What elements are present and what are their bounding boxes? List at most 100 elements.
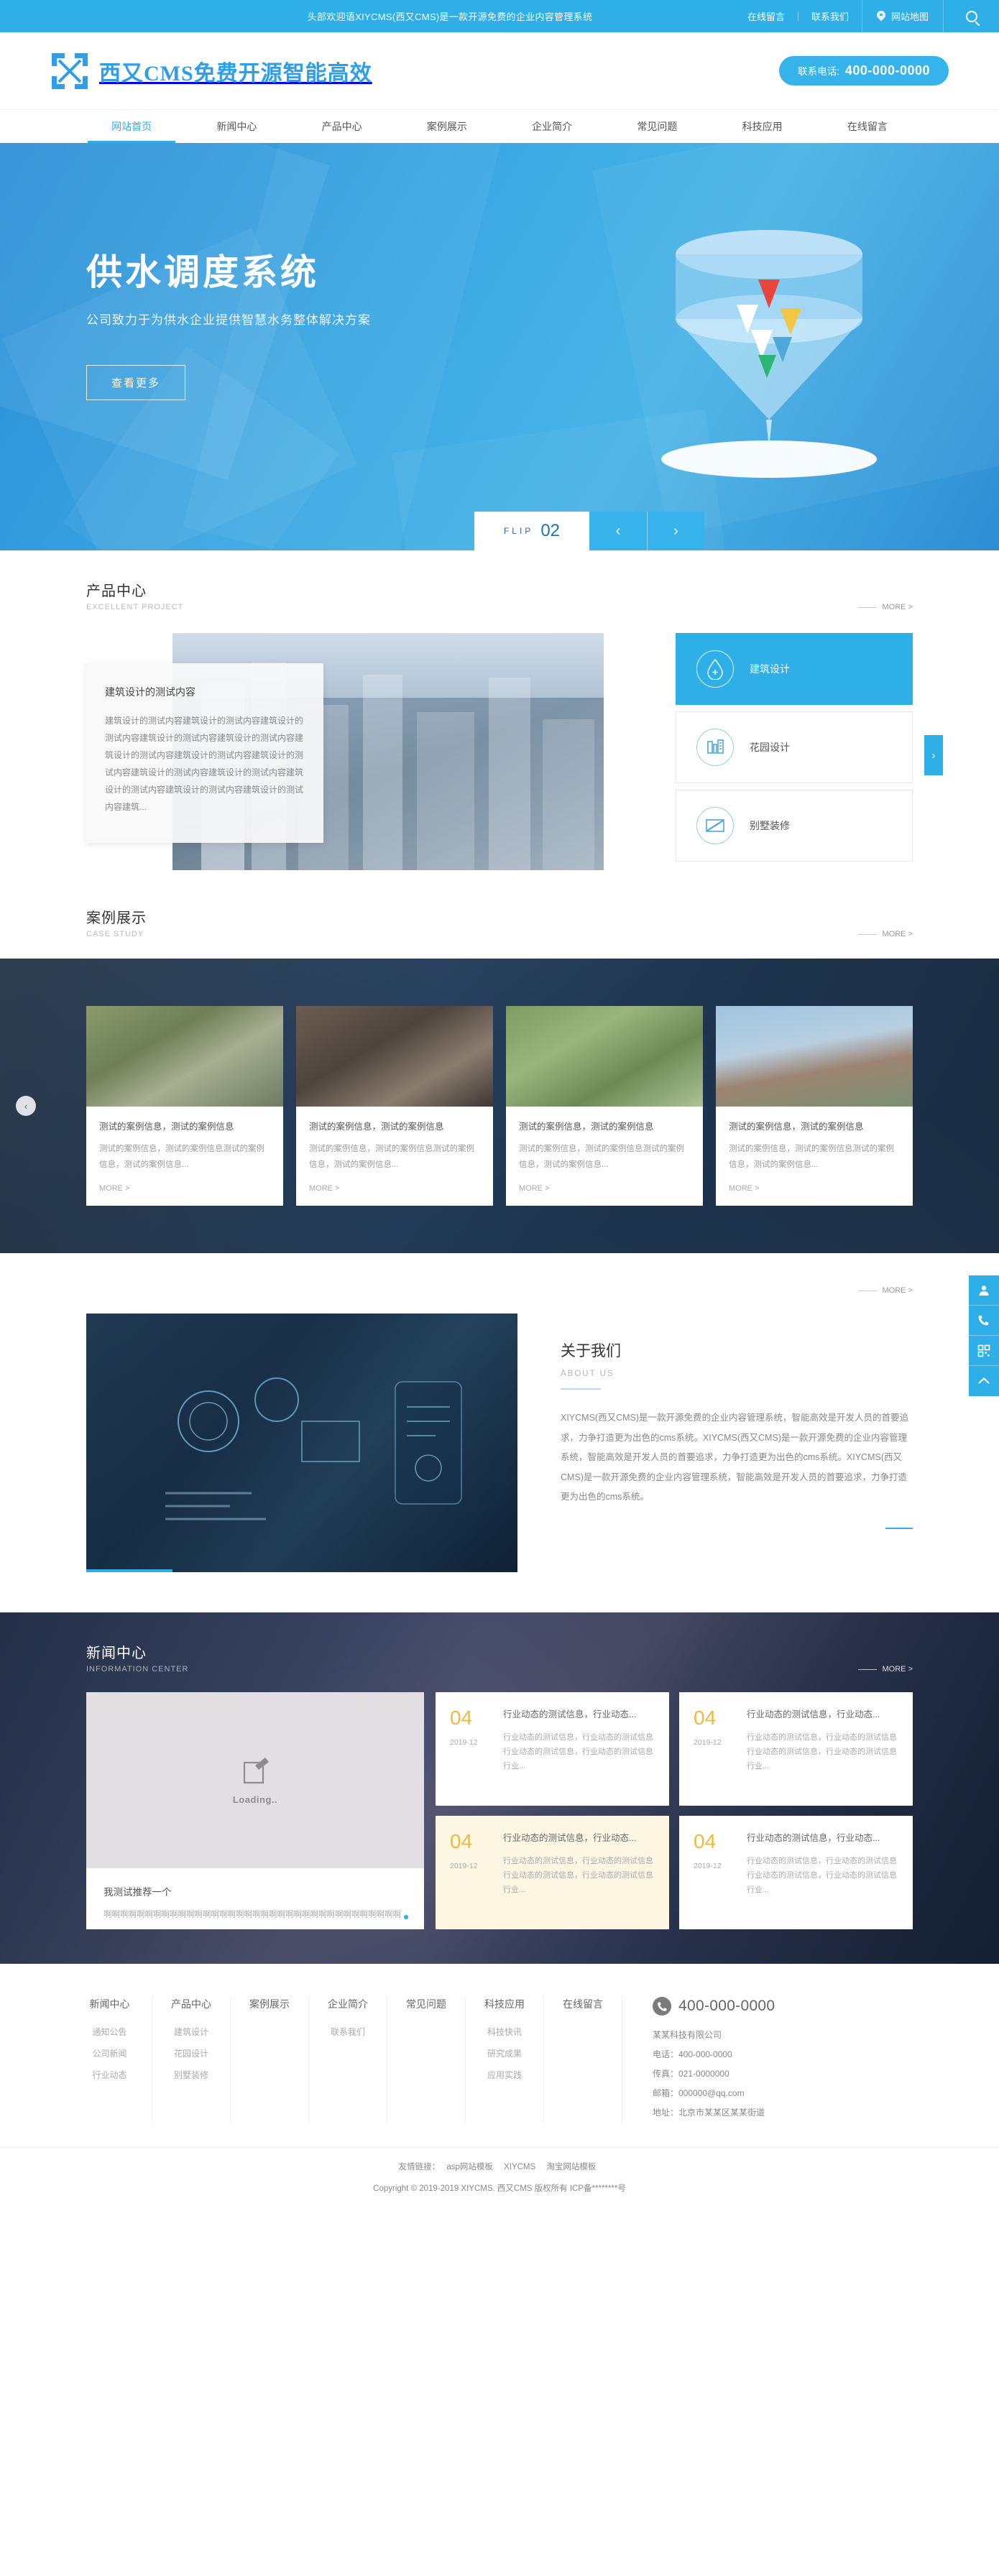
case-title: 测试的案例信息，测试的案例信息 xyxy=(309,1121,444,1132)
sitemap-label[interactable]: 网站地图 xyxy=(891,9,929,23)
news-item[interactable]: 04 2019-12 行业动态的测试信息，行业动态... 行业动态的测试信息，行… xyxy=(436,1692,669,1806)
top-link-contact[interactable]: 联系我们 xyxy=(798,9,862,23)
product-next-button[interactable]: › xyxy=(924,735,943,775)
news-section: 新闻中心 INFORMATION CENTER MORE > Loading..… xyxy=(0,1612,999,1964)
contact-person-button[interactable] xyxy=(969,1275,999,1306)
nav-item-home[interactable]: 网站首页 xyxy=(79,110,184,143)
bottom-bar: 友情链接： asp网站模板 XIYCMS 淘宝网站模板 Copyright © … xyxy=(0,2147,999,2210)
news-item[interactable]: 04 2019-12 行业动态的测试信息，行业动态... 行业动态的测试信息，行… xyxy=(679,1816,913,1929)
news-feature-card[interactable]: Loading.. 我测试推荐一个 啊啊啊啊啊啊啊啊啊啊啊啊啊啊啊啊啊啊啊啊啊啊… xyxy=(86,1692,424,1929)
qrcode-button[interactable] xyxy=(969,1336,999,1366)
user-icon xyxy=(979,1285,989,1296)
product-title-en: EXCELLENT PROJECT xyxy=(86,603,184,611)
top-bar: 头部欢迎语XIYCMS(西又CMS)是一款开源免费的企业内容管理系统 在线留言 … xyxy=(0,0,999,32)
hero-content: 供水调度系统 公司致力于为供水企业提供智慧水务整体解决方案 查看更多 xyxy=(86,251,532,400)
case-more-link[interactable]: MORE > xyxy=(857,930,913,938)
case-title-zh: 案例展示 xyxy=(86,910,147,926)
footer-col-title: 产品中心 xyxy=(171,1998,211,2010)
case-card[interactable]: 测试的案例信息，测试的案例信息 测试的案例信息，测试的案例信息测试的案例信息，测… xyxy=(506,1005,703,1206)
friend-link[interactable]: XIYCMS xyxy=(504,2163,535,2171)
footer-link[interactable]: 公司新闻 xyxy=(86,2047,133,2059)
footer-link[interactable]: 研究成果 xyxy=(484,2047,525,2059)
nav-item-about[interactable]: 企业简介 xyxy=(500,110,604,143)
photo-building xyxy=(417,712,474,870)
nav-item-message[interactable]: 在线留言 xyxy=(815,110,920,143)
qrcode-icon xyxy=(977,1344,990,1357)
footer-fax: 传真：021-0000000 xyxy=(653,2069,729,2079)
news-day: 04 xyxy=(450,1707,473,1729)
product-category-garden[interactable]: 花园设计 xyxy=(676,711,913,783)
about-more-label: MORE > xyxy=(882,1286,913,1295)
case-more-button[interactable]: MORE > xyxy=(99,1184,129,1193)
case-image xyxy=(86,1005,283,1107)
nav-item-faq[interactable]: 常见问题 xyxy=(604,110,709,143)
map-pin-icon xyxy=(877,11,885,22)
case-more-button[interactable]: MORE > xyxy=(309,1184,339,1193)
top-link-message[interactable]: 在线留言 xyxy=(735,9,798,23)
friend-link[interactable]: asp网站模板 xyxy=(446,2163,493,2171)
footer-link[interactable]: 花园设计 xyxy=(171,2047,211,2059)
case-card[interactable]: 测试的案例信息，测试的案例信息 测试的案例信息，测试的案例信息测试的案例信息，测… xyxy=(296,1005,493,1206)
case-prev-button[interactable]: ‹ xyxy=(16,1096,36,1116)
about-more-link[interactable]: MORE > xyxy=(857,1286,913,1295)
product-category-villa[interactable]: 别墅装修 xyxy=(676,790,913,862)
case-image xyxy=(506,1005,703,1107)
welcome-text: 头部欢迎语XIYCMS(西又CMS)是一款开源免费的企业内容管理系统 xyxy=(307,11,593,22)
dash-decoration xyxy=(857,606,877,608)
product-more-link[interactable]: MORE > xyxy=(857,603,913,611)
news-more-link[interactable]: MORE > xyxy=(857,1665,913,1674)
footer-link[interactable]: 行业动态 xyxy=(86,2069,133,2081)
hero-more-button[interactable]: 查看更多 xyxy=(86,365,186,400)
product-section-heading: 产品中心 EXCELLENT PROJECT MORE > xyxy=(86,579,913,611)
hero-banner: 供水调度系统 公司致力于为供水企业提供智慧水务整体解决方案 查看更多 FLIP … xyxy=(0,143,999,550)
footer-col-title: 常见问题 xyxy=(406,1998,446,2010)
footer-link[interactable]: 别墅装修 xyxy=(171,2069,211,2081)
footer-link[interactable]: 科技快讯 xyxy=(484,2026,525,2038)
nav-item-products[interactable]: 产品中心 xyxy=(290,110,395,143)
flip-number: 02 xyxy=(540,521,561,540)
search-button[interactable] xyxy=(943,0,999,32)
news-item[interactable]: 04 2019-12 行业动态的测试信息，行业动态... 行业动态的测试信息，行… xyxy=(436,1816,669,1929)
case-more-button[interactable]: MORE > xyxy=(729,1184,759,1193)
building-icon xyxy=(696,729,734,766)
news-more-label: MORE > xyxy=(882,1665,913,1674)
case-more-button[interactable]: MORE > xyxy=(519,1184,549,1193)
nav-item-cases[interactable]: 案例展示 xyxy=(395,110,500,143)
friend-link[interactable]: 淘宝网站模板 xyxy=(546,2163,596,2171)
case-section-heading: 案例展示 CASE STUDY MORE > xyxy=(86,906,913,938)
about-section-heading: MORE > xyxy=(86,1286,913,1295)
slider-next-button[interactable]: › xyxy=(647,512,704,550)
carousel-dot[interactable] xyxy=(404,1915,408,1919)
back-to-top-button[interactable] xyxy=(969,1366,999,1396)
slider-prev-button[interactable]: ‹ xyxy=(589,512,647,550)
category-label: 别墅装修 xyxy=(750,820,790,831)
footer-col-about: 企业简介 联系我们 xyxy=(309,1997,387,2123)
footer-col-news: 新闻中心 通知公告 公司新闻 行业动态 xyxy=(86,1997,152,2123)
rule-decoration xyxy=(561,1388,601,1390)
footer-link[interactable]: 建筑设计 xyxy=(171,2026,211,2038)
case-carousel: ‹ 测试的案例信息，测试的案例信息 测试的案例信息，测试的案例信息测试的案例信息… xyxy=(0,959,999,1253)
header-phone[interactable]: 联系电话: 400-000-0000 xyxy=(779,56,949,86)
footer-col-title: 在线留言 xyxy=(563,1998,603,2010)
case-more-label: MORE > xyxy=(882,930,913,938)
footer-link[interactable]: 应用实践 xyxy=(484,2069,525,2081)
case-card[interactable]: 测试的案例信息，测试的案例信息 测试的案例信息，测试的案例信息测试的案例信息，测… xyxy=(716,1005,913,1206)
nav-item-news[interactable]: 新闻中心 xyxy=(184,110,289,143)
top-link-sitemap[interactable]: 网站地图 xyxy=(861,0,943,32)
footer-link[interactable]: 通知公告 xyxy=(86,2026,133,2038)
case-card[interactable]: 测试的案例信息，测试的案例信息 测试的案例信息，测试的案例信息测试的案例信息，测… xyxy=(86,1005,283,1206)
news-day: 04 xyxy=(694,1830,717,1852)
footer-email: 邮箱：000000@qq.com xyxy=(653,2088,745,2098)
footer-link[interactable]: 联系我们 xyxy=(328,2026,368,2038)
footer-col-title: 案例展示 xyxy=(249,1998,290,2010)
site-footer: 新闻中心 通知公告 公司新闻 行业动态 产品中心 建筑设计 花园设计 别墅装修 … xyxy=(0,1964,999,2147)
phone-button[interactable] xyxy=(969,1306,999,1336)
product-category-architecture[interactable]: 建筑设计 xyxy=(676,633,913,705)
category-label: 建筑设计 xyxy=(750,663,790,675)
top-bar-links: 在线留言 联系我们 xyxy=(735,0,862,32)
nav-item-tech[interactable]: 科技应用 xyxy=(710,110,815,143)
main-nav: 网站首页 新闻中心 产品中心 案例展示 企业简介 常见问题 科技应用 在线留言 xyxy=(0,109,999,143)
footer-col-title: 企业简介 xyxy=(328,1998,368,2010)
news-item[interactable]: 04 2019-12 行业动态的测试信息，行业动态... 行业动态的测试信息，行… xyxy=(679,1692,913,1806)
site-logo[interactable]: 西又CMS免费开源智能高效 xyxy=(50,52,372,91)
